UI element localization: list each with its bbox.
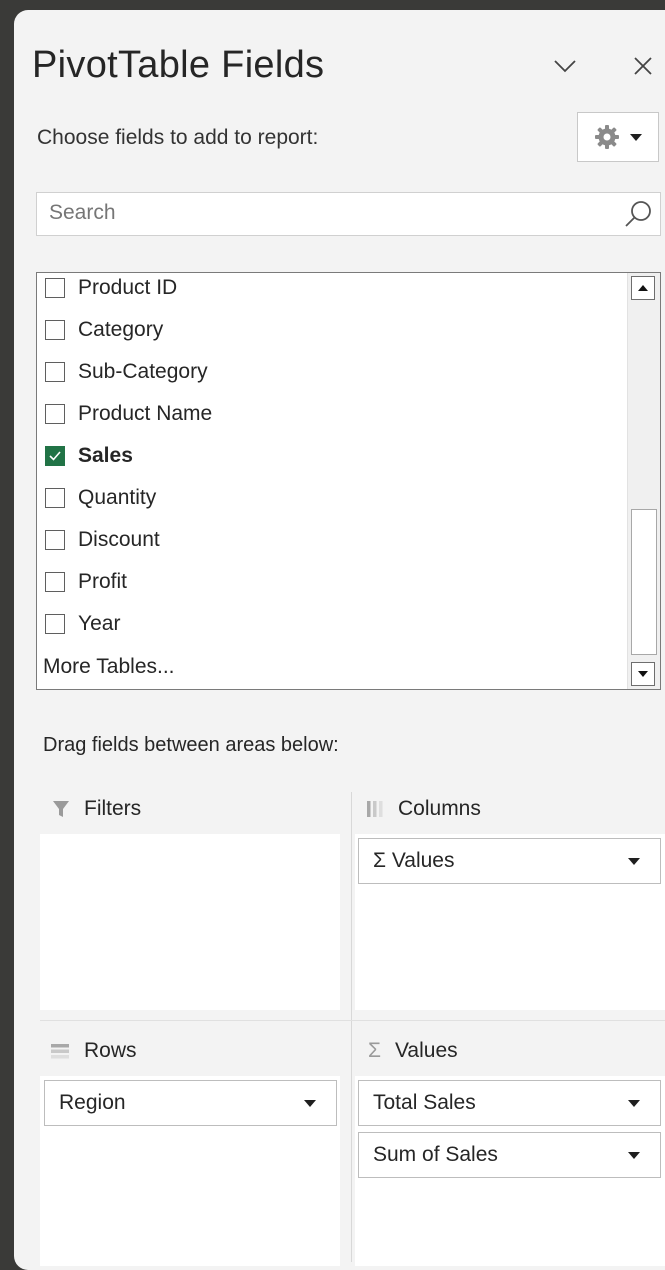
field-item-sales[interactable]: Sales bbox=[45, 441, 133, 471]
columns-area-header: Columns bbox=[366, 794, 481, 824]
columns-icon bbox=[367, 801, 383, 817]
checkmark-icon bbox=[49, 451, 61, 461]
scroll-down-arrow-icon bbox=[638, 671, 648, 677]
field-checkbox-checked[interactable] bbox=[45, 446, 65, 466]
caret-down-icon bbox=[630, 133, 642, 141]
rows-icon bbox=[51, 1044, 69, 1059]
pane-title: PivotTable Fields bbox=[32, 44, 325, 86]
filters-area-header: Filters bbox=[52, 794, 141, 824]
columns-field-values[interactable]: Σ Values bbox=[358, 838, 661, 884]
more-tables-link[interactable]: More Tables... bbox=[43, 655, 175, 679]
field-checkbox[interactable] bbox=[45, 530, 65, 550]
dropdown-arrow-icon[interactable] bbox=[628, 1099, 640, 1107]
area-divider-horizontal bbox=[40, 1020, 665, 1021]
values-field-total-sales[interactable]: Total Sales bbox=[358, 1080, 661, 1126]
field-checkbox[interactable] bbox=[45, 488, 65, 508]
field-checkbox[interactable] bbox=[45, 572, 65, 592]
field-label: Year bbox=[78, 612, 121, 635]
sigma-icon: Σ bbox=[368, 1039, 381, 1062]
field-label: Product Name bbox=[78, 402, 213, 425]
filter-icon bbox=[53, 801, 69, 817]
rows-area-label: Rows bbox=[84, 1039, 137, 1062]
field-checkbox[interactable] bbox=[45, 404, 65, 424]
close-button[interactable] bbox=[623, 44, 663, 88]
pane-options-button[interactable] bbox=[545, 44, 585, 88]
close-icon bbox=[634, 57, 652, 75]
field-pill-label: Sum of Sales bbox=[373, 1143, 498, 1166]
field-checkbox[interactable] bbox=[45, 614, 65, 634]
field-label: Product ID bbox=[78, 276, 178, 299]
field-item-year[interactable]: Year bbox=[45, 609, 120, 639]
scroll-up-arrow-icon bbox=[638, 285, 648, 291]
field-item-quantity[interactable]: Quantity bbox=[45, 483, 156, 513]
field-item-product-id[interactable]: Product ID bbox=[45, 273, 177, 303]
field-list-scrollbar[interactable] bbox=[627, 273, 660, 689]
rows-field-region[interactable]: Region bbox=[44, 1080, 337, 1126]
field-checkbox[interactable] bbox=[45, 278, 65, 298]
columns-area-label: Columns bbox=[398, 797, 481, 820]
field-label: Profit bbox=[78, 570, 128, 593]
dropdown-arrow-icon[interactable] bbox=[628, 857, 640, 865]
field-list: Product ID Category Sub-Category Product… bbox=[36, 272, 661, 690]
search-input[interactable] bbox=[37, 193, 609, 233]
tools-dropdown-button[interactable] bbox=[577, 112, 659, 162]
gear-icon bbox=[595, 125, 619, 149]
values-area-label: Values bbox=[394, 1039, 458, 1062]
dropdown-arrow-icon[interactable] bbox=[304, 1099, 316, 1107]
field-item-product-name[interactable]: Product Name bbox=[45, 399, 212, 429]
field-checkbox[interactable] bbox=[45, 320, 65, 340]
scroll-thumb[interactable] bbox=[631, 509, 657, 655]
values-area-header: Σ Values bbox=[368, 1036, 458, 1066]
field-pill-label: Total Sales bbox=[373, 1091, 476, 1114]
field-label: Quantity bbox=[78, 486, 157, 509]
field-item-profit[interactable]: Profit bbox=[45, 567, 127, 597]
field-item-sub-category[interactable]: Sub-Category bbox=[45, 357, 208, 387]
filters-area-label: Filters bbox=[84, 797, 142, 820]
field-label: Category bbox=[78, 318, 164, 341]
field-label: Discount bbox=[78, 528, 160, 551]
field-label: Sales bbox=[78, 444, 133, 467]
field-label: Sub-Category bbox=[78, 360, 208, 383]
scroll-down-button[interactable] bbox=[631, 662, 655, 686]
field-pill-label: Σ Values bbox=[373, 849, 455, 872]
field-item-category[interactable]: Category bbox=[45, 315, 163, 345]
area-divider-vertical bbox=[351, 792, 352, 1262]
scroll-up-button[interactable] bbox=[631, 276, 655, 300]
drag-instruction: Drag fields between areas below: bbox=[43, 734, 339, 756]
chevron-down-icon bbox=[554, 60, 576, 73]
field-checkbox[interactable] bbox=[45, 362, 65, 382]
field-pill-label: Region bbox=[59, 1091, 126, 1114]
choose-fields-label: Choose fields to add to report: bbox=[37, 126, 319, 149]
values-field-sum-of-sales[interactable]: Sum of Sales bbox=[358, 1132, 661, 1178]
rows-area-header: Rows bbox=[50, 1036, 137, 1066]
search-icon[interactable] bbox=[622, 197, 656, 236]
dropdown-arrow-icon[interactable] bbox=[628, 1151, 640, 1159]
search-box bbox=[36, 192, 661, 236]
filters-drop-area[interactable] bbox=[40, 834, 340, 1010]
field-item-discount[interactable]: Discount bbox=[45, 525, 160, 555]
